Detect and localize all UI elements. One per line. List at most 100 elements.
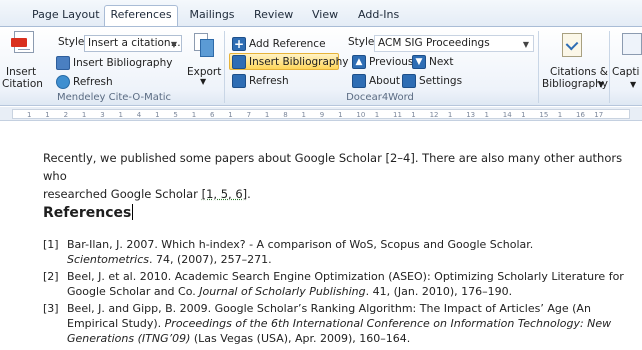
- bibliography-entry[interactable]: [3] Beel, J. and Gipp, B. 2009. Google S…: [43, 301, 633, 346]
- ruler-tick: 15: [539, 111, 549, 119]
- bibliography-icon: [232, 54, 246, 69]
- tab-review[interactable]: Review: [252, 6, 293, 26]
- reference-text: . 74, (2007), 257–271.: [149, 253, 272, 266]
- ruler-tick: 1: [118, 111, 123, 119]
- ruler-tick: 1: [155, 111, 160, 119]
- document-page[interactable]: Recently, we published some papers about…: [0, 122, 642, 350]
- references-heading[interactable]: References: [43, 204, 134, 221]
- ruler-tick: 12: [429, 111, 439, 119]
- settings-icon: [402, 73, 416, 88]
- paragraph-line: Recently, we published some papers about…: [43, 151, 623, 183]
- about-button[interactable]: About: [350, 72, 402, 89]
- ribbon-divider: [609, 31, 610, 103]
- ruler-tick: 8: [283, 111, 288, 119]
- reference-journal: Scientometrics: [67, 253, 150, 266]
- settings-button[interactable]: Settings: [400, 72, 464, 89]
- reference-number: [1]: [43, 238, 59, 251]
- ruler-tick: 1: [484, 111, 489, 119]
- mendeley-style-dropdown[interactable]: Insert a citation... ▼: [84, 35, 182, 52]
- citations-bibliography-button[interactable]: Citations & Bibliography ▼: [540, 31, 608, 91]
- ruler-tick: 4: [136, 111, 142, 119]
- add-reference-button[interactable]: + Add Reference: [230, 35, 328, 52]
- mendeley-group-label: Mendeley Cite-O-Matic: [56, 92, 172, 103]
- reference-proceedings: Generations (ITNG’09): [67, 332, 191, 345]
- document-icon: [352, 73, 366, 88]
- paragraph-text: researched Google Scholar: [43, 187, 202, 201]
- ruler-tick: 1: [557, 111, 563, 119]
- tab-references[interactable]: References: [104, 5, 178, 27]
- insert-citation-label-2: Citation: [2, 78, 43, 90]
- docear-insert-bibliography-label: Insert Bibliography: [249, 55, 349, 68]
- reference-text: Beel, J. et al. 2010. Academic Search En…: [67, 270, 624, 283]
- ruler-tick: 3: [100, 111, 105, 119]
- docear-refresh-label: Refresh: [249, 74, 289, 87]
- reference-text: Beel, J. and Gipp, B. 2009. Google Schol…: [67, 302, 591, 315]
- ruler-tick: 1: [374, 111, 380, 119]
- tab-add-ins[interactable]: Add-Ins: [356, 6, 400, 26]
- ruler-tick: 1: [45, 111, 50, 119]
- ruler-tick: 2: [63, 111, 69, 119]
- arrow-down-icon: ▼: [412, 54, 426, 69]
- reference-number: [2]: [43, 270, 59, 283]
- caption-label: Capti: [612, 66, 640, 78]
- bibliography-entry[interactable]: [1] Bar-Ilan, J. 2007. Which h-index? - …: [43, 237, 633, 267]
- ruler-tick: 17: [594, 111, 604, 119]
- mendeley-insert-bibliography-label: Insert Bibliography: [73, 56, 173, 69]
- chevron-down-icon: ▼: [630, 80, 637, 89]
- ribbon-panel: Insert Citation Style: Insert a citation…: [0, 26, 642, 106]
- caption-icon: [622, 33, 642, 55]
- tab-page-layout[interactable]: Page Layout: [30, 6, 100, 26]
- bibliography-icon: [56, 55, 70, 70]
- paragraph-line: researched Google Scholar [1, 5, 6].: [43, 185, 633, 203]
- previous-button[interactable]: ▲ Previous: [350, 53, 415, 70]
- chevron-down-icon: ▼: [522, 40, 529, 49]
- mendeley-style-value: Insert a citation...: [88, 37, 181, 49]
- ribbon-divider: [538, 31, 539, 103]
- reference-text: . 41, (Jan. 2010), 176–190.: [365, 285, 513, 298]
- ruler-tick: 11: [393, 111, 402, 119]
- citation-field[interactable]: [1, 5, 6]: [202, 187, 248, 201]
- ruler-tick: 1: [301, 111, 306, 119]
- ribbon-divider: [224, 31, 225, 103]
- citations-icon: [562, 33, 582, 57]
- docear-insert-bibliography-button[interactable]: Insert Bibliography: [229, 53, 348, 70]
- body-paragraph[interactable]: Recently, we published some papers about…: [43, 149, 633, 203]
- next-button[interactable]: ▼ Next: [410, 53, 455, 70]
- reference-text: Bar-Ilan, J. 2007. Which h-index? - A co…: [67, 238, 534, 251]
- insert-caption-button[interactable]: Capti ▼: [612, 31, 642, 91]
- settings-label: Settings: [419, 74, 463, 87]
- ruler-tick: 1: [338, 111, 343, 119]
- plus-icon: +: [232, 36, 246, 51]
- reference-journal: Journal of Scholarly Publishing: [199, 285, 366, 298]
- reference-proceedings: Proceedings of the 6th International Con…: [164, 317, 612, 330]
- mendeley-insert-bibliography-button[interactable]: Insert Bibliography: [54, 54, 174, 71]
- ruler-tick: 16: [576, 111, 585, 119]
- ruler-tick: 1: [27, 111, 32, 119]
- insert-citation-icon: [11, 31, 34, 53]
- bibliography-entry[interactable]: [2] Beel, J. et al. 2010. Academic Searc…: [43, 269, 633, 299]
- reference-text: (Las Vegas (USA), Apr. 2009), 160–164.: [190, 332, 411, 345]
- docear-refresh-button[interactable]: Refresh: [230, 72, 291, 89]
- horizontal-ruler[interactable]: 1 1 2 1 3 1 4 1 5 1 6 1 7 1 8 1 9 1 10 1 11 1 12 1 13 1 14 1 15 1 16 17: [0, 107, 642, 121]
- chevron-down-icon: ▼: [170, 40, 177, 49]
- about-label: About: [369, 74, 401, 87]
- docear-group-label: Docear4Word: [346, 92, 414, 103]
- ruler-tick: 1: [521, 111, 526, 119]
- ruler-tick: 6: [210, 111, 215, 119]
- export-chevron-down-icon: ▼: [200, 77, 207, 86]
- ruler-tick: 1: [81, 111, 87, 119]
- export-button[interactable]: Export ▼: [186, 31, 222, 91]
- paragraph-text: .: [247, 187, 251, 201]
- ruler-tick: 1: [191, 111, 197, 119]
- reference-text: Empirical Study).: [67, 317, 165, 330]
- docear-style-dropdown[interactable]: ACM SIG Proceedings ▼: [374, 35, 534, 52]
- previous-label: Previous: [369, 55, 414, 68]
- tab-view[interactable]: View: [310, 6, 340, 26]
- text-cursor: [132, 204, 134, 220]
- export-icon: [194, 33, 214, 57]
- insert-citation-button[interactable]: Insert Citation: [2, 31, 44, 91]
- ruler-tick: 10: [356, 111, 366, 119]
- mendeley-refresh-button[interactable]: Refresh: [54, 73, 115, 90]
- add-reference-label: Add Reference: [249, 37, 326, 50]
- tab-mailings[interactable]: Mailings: [184, 6, 240, 26]
